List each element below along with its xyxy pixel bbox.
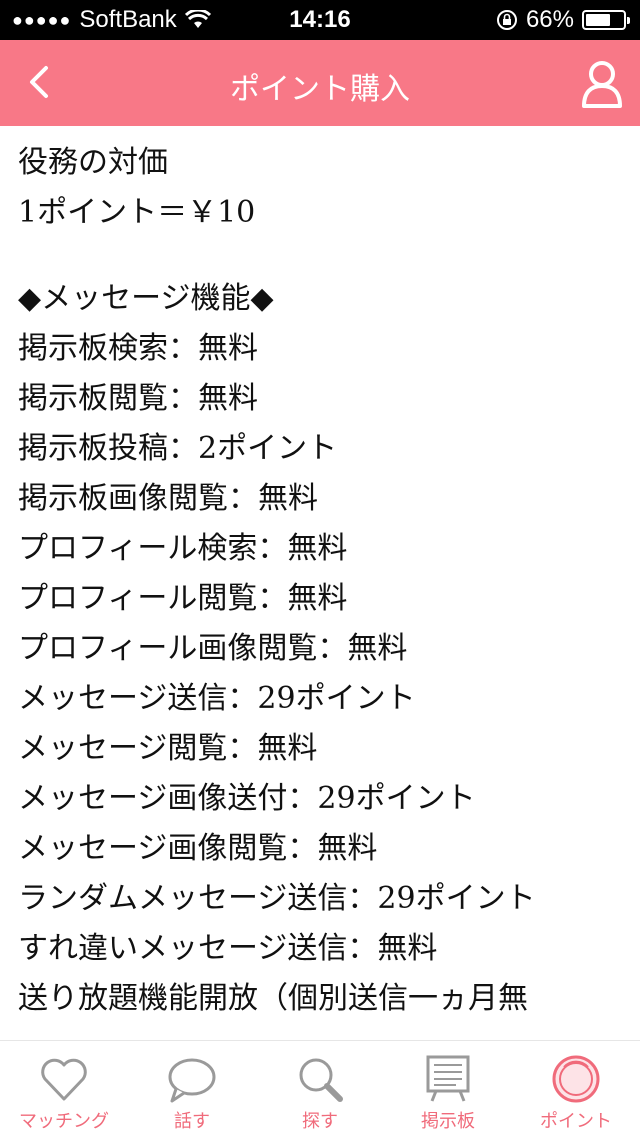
content-line: 役務の対価 [18, 145, 168, 180]
content-line: 掲示板閲覧：無料 [18, 381, 258, 416]
tab-label-search: 探す [302, 1111, 338, 1131]
content-line: 掲示板投稿：2ポイント [18, 431, 338, 466]
navigation-bar: ポイント購入 [0, 40, 640, 126]
tab-matching[interactable]: マッチング [0, 1041, 128, 1137]
content-line: 送り放題機能開放（個別送信一ヵ月無 [18, 981, 528, 1016]
battery-icon [582, 10, 630, 30]
content-line: メッセージ閲覧：無料 [18, 731, 318, 766]
coin-icon [552, 1055, 600, 1103]
content-line: プロフィール画像閲覧：無料 [18, 631, 408, 666]
content-line: ◆メッセージ機能◆ [18, 281, 274, 316]
content-line: メッセージ送信：29ポイント [18, 681, 416, 716]
tab-board[interactable]: 掲示板 [384, 1041, 512, 1137]
tab-label-points: ポイント [540, 1111, 612, 1131]
content-line: プロフィール検索：無料 [18, 531, 348, 566]
battery-percent: 66% [525, 6, 574, 33]
speech-bubble-icon [168, 1058, 216, 1103]
content-line: 掲示板検索：無料 [18, 331, 258, 366]
tab-search[interactable]: 探す [256, 1041, 384, 1137]
tab-label-talk: 話す [174, 1111, 210, 1131]
tab-bar: マッチング 話す 探す 掲示板 ポイント [0, 1040, 640, 1137]
tab-points[interactable]: ポイント [512, 1041, 640, 1137]
content-line: プロフィール閲覧：無料 [18, 581, 348, 616]
battery-fill [586, 14, 610, 26]
price-list-content[interactable]: 役務の対価 1ポイント＝￥10 ◆メッセージ機能◆ 掲示板検索：無料 掲示板閲覧：無料掲… [18, 138, 628, 1018]
content-line: メッセージ画像送付：29ポイント [18, 781, 476, 816]
content-line: 1ポイント＝￥10 [18, 195, 256, 230]
orientation-lock-icon [496, 10, 517, 30]
status-right: 66% [496, 6, 630, 34]
content-line: ランダムメッセージ送信：29ポイント [18, 881, 536, 916]
board-icon [426, 1055, 470, 1102]
content-line: メッセージ画像閲覧：無料 [18, 831, 378, 866]
status-bar: ●●●●● SoftBank 14:16 66% [0, 0, 640, 40]
tab-label-matching: マッチング [19, 1111, 109, 1131]
profile-button[interactable] [578, 58, 626, 110]
magnifier-icon [299, 1058, 343, 1102]
tab-talk[interactable]: 話す [128, 1041, 256, 1137]
tab-label-board: 掲示板 [421, 1111, 475, 1131]
page-title: ポイント購入 [230, 72, 410, 107]
content-line: すれ違いメッセージ送信：無料 [18, 931, 438, 966]
user-icon [582, 61, 622, 108]
heart-icon [41, 1058, 87, 1101]
content-line: 掲示板画像閲覧：無料 [18, 481, 318, 516]
